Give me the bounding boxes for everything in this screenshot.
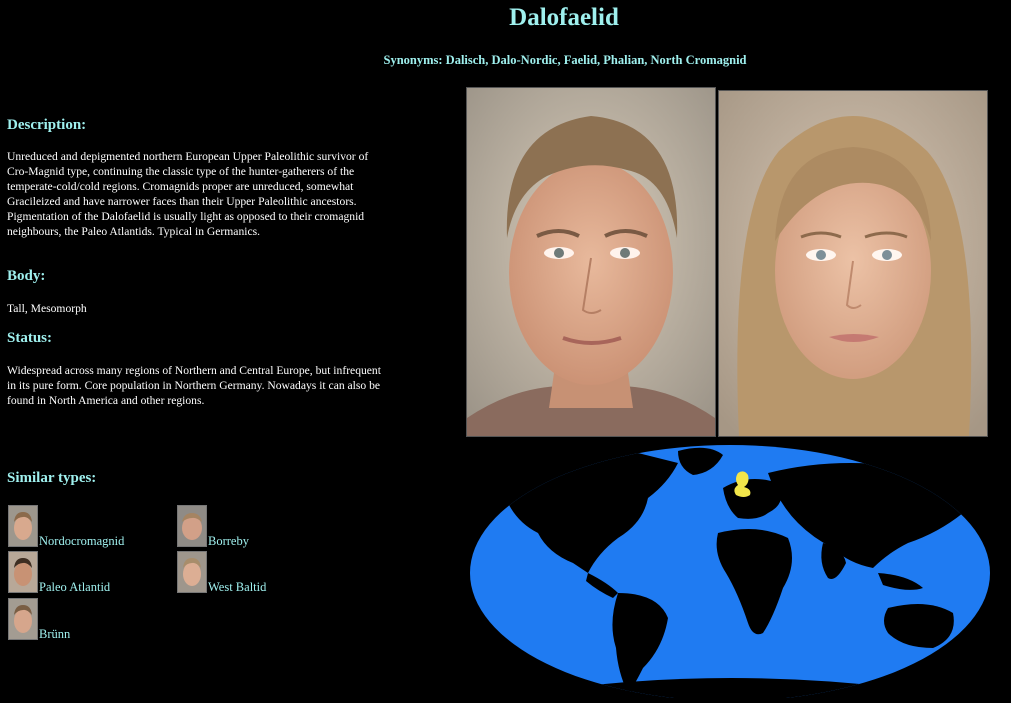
west-baltid-thumbnail[interactable] bbox=[177, 551, 207, 593]
body-heading: Body: bbox=[7, 268, 46, 284]
description-heading: Description: bbox=[7, 117, 87, 133]
status-text: Widespread across many regions of Northe… bbox=[7, 364, 381, 407]
page-title: Dalofaelid bbox=[509, 4, 619, 31]
description-text: Unreduced and depigmented northern Europ… bbox=[7, 150, 369, 238]
similar-types-heading: Similar types: bbox=[7, 470, 97, 486]
borreby-thumbnail[interactable] bbox=[177, 505, 207, 547]
paleo-atlantid-thumbnail[interactable] bbox=[8, 551, 38, 593]
similar-type-label[interactable]: Nordocromagnid bbox=[39, 534, 124, 549]
status-heading: Status: bbox=[7, 330, 53, 346]
similar-type-label[interactable]: West Baltid bbox=[208, 580, 266, 595]
world-distribution-map bbox=[468, 443, 993, 701]
brunn-thumbnail[interactable] bbox=[8, 598, 38, 640]
female-face-photo bbox=[718, 90, 988, 437]
male-face-photo bbox=[466, 87, 716, 437]
body-text: Tall, Mesomorph bbox=[7, 302, 87, 315]
similar-type-label[interactable]: Borreby bbox=[208, 534, 249, 549]
nordocromagnid-thumbnail[interactable] bbox=[8, 505, 38, 547]
synonyms-line: Synonyms: Dalisch, Dalo-Nordic, Faelid, … bbox=[383, 53, 747, 67]
similar-type-label[interactable]: Brünn bbox=[39, 627, 70, 642]
similar-type-label[interactable]: Paleo Atlantid bbox=[39, 580, 110, 595]
